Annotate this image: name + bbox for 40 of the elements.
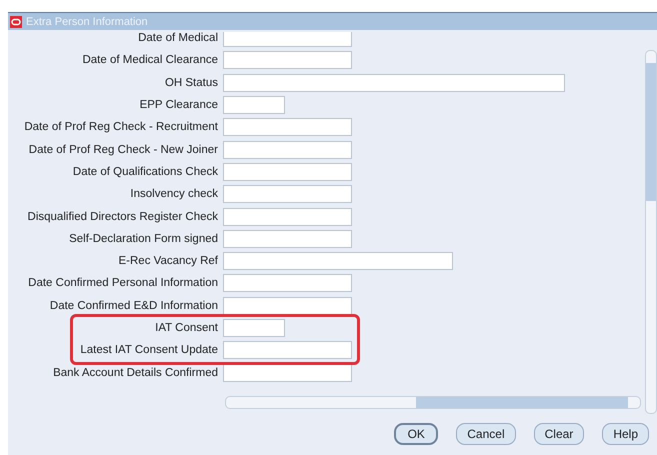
field-label: Date of Qualifications Check — [72, 166, 218, 178]
field-label: E-Rec Vacancy Ref — [118, 255, 218, 268]
field-label: EPP Clearance — [138, 99, 218, 112]
input-field[interactable] — [223, 185, 352, 204]
input-field[interactable] — [223, 51, 352, 70]
input-field[interactable] — [223, 74, 565, 92]
input-field[interactable] — [223, 162, 352, 181]
input-field[interactable] — [223, 319, 285, 337]
input-field[interactable] — [223, 230, 352, 248]
dialog-button[interactable]: Help — [602, 423, 649, 445]
field-label: Date of Medical Clearance — [81, 54, 218, 66]
dialog-button[interactable]: OK — [394, 423, 438, 445]
field-label: OH Status — [164, 76, 218, 89]
dialog-button[interactable]: Clear — [534, 423, 584, 445]
field-label: Date of Medical — [137, 32, 218, 44]
input-field[interactable] — [223, 252, 453, 270]
input-field[interactable] — [223, 32, 352, 48]
field-label: Date of Prof Reg Check - Recruitment — [23, 121, 218, 134]
dialog-button[interactable]: Cancel — [456, 423, 516, 445]
window-title: Extra Person Information — [26, 16, 148, 28]
vertical-scrollbar[interactable] — [645, 50, 657, 414]
input-field[interactable] — [223, 296, 352, 315]
input-field[interactable] — [223, 341, 352, 360]
horizontal-scrollbar[interactable] — [225, 396, 641, 409]
field-label: IAT Consent — [154, 322, 218, 334]
input-field[interactable] — [223, 364, 352, 382]
input-field[interactable] — [223, 274, 352, 292]
field-label: Bank Account Details Confirmed — [52, 366, 218, 379]
input-field[interactable] — [223, 208, 352, 226]
field-label: Self-Declaration Form signed — [68, 232, 218, 245]
field-label: Disqualified Directors Register Check — [26, 210, 218, 223]
field-label: Date of Prof Reg Check - New Joiner — [28, 144, 218, 156]
app-logo-icon — [10, 16, 22, 28]
field-label: Latest IAT Consent Update — [79, 344, 218, 356]
input-field[interactable] — [223, 96, 285, 114]
input-field[interactable] — [223, 118, 352, 136]
field-label: Date Confirmed E&D Information — [48, 300, 218, 312]
field-label: Insolvency check — [129, 188, 218, 200]
input-field[interactable] — [223, 140, 352, 159]
field-label: Date Confirmed Personal Information — [27, 277, 218, 290]
